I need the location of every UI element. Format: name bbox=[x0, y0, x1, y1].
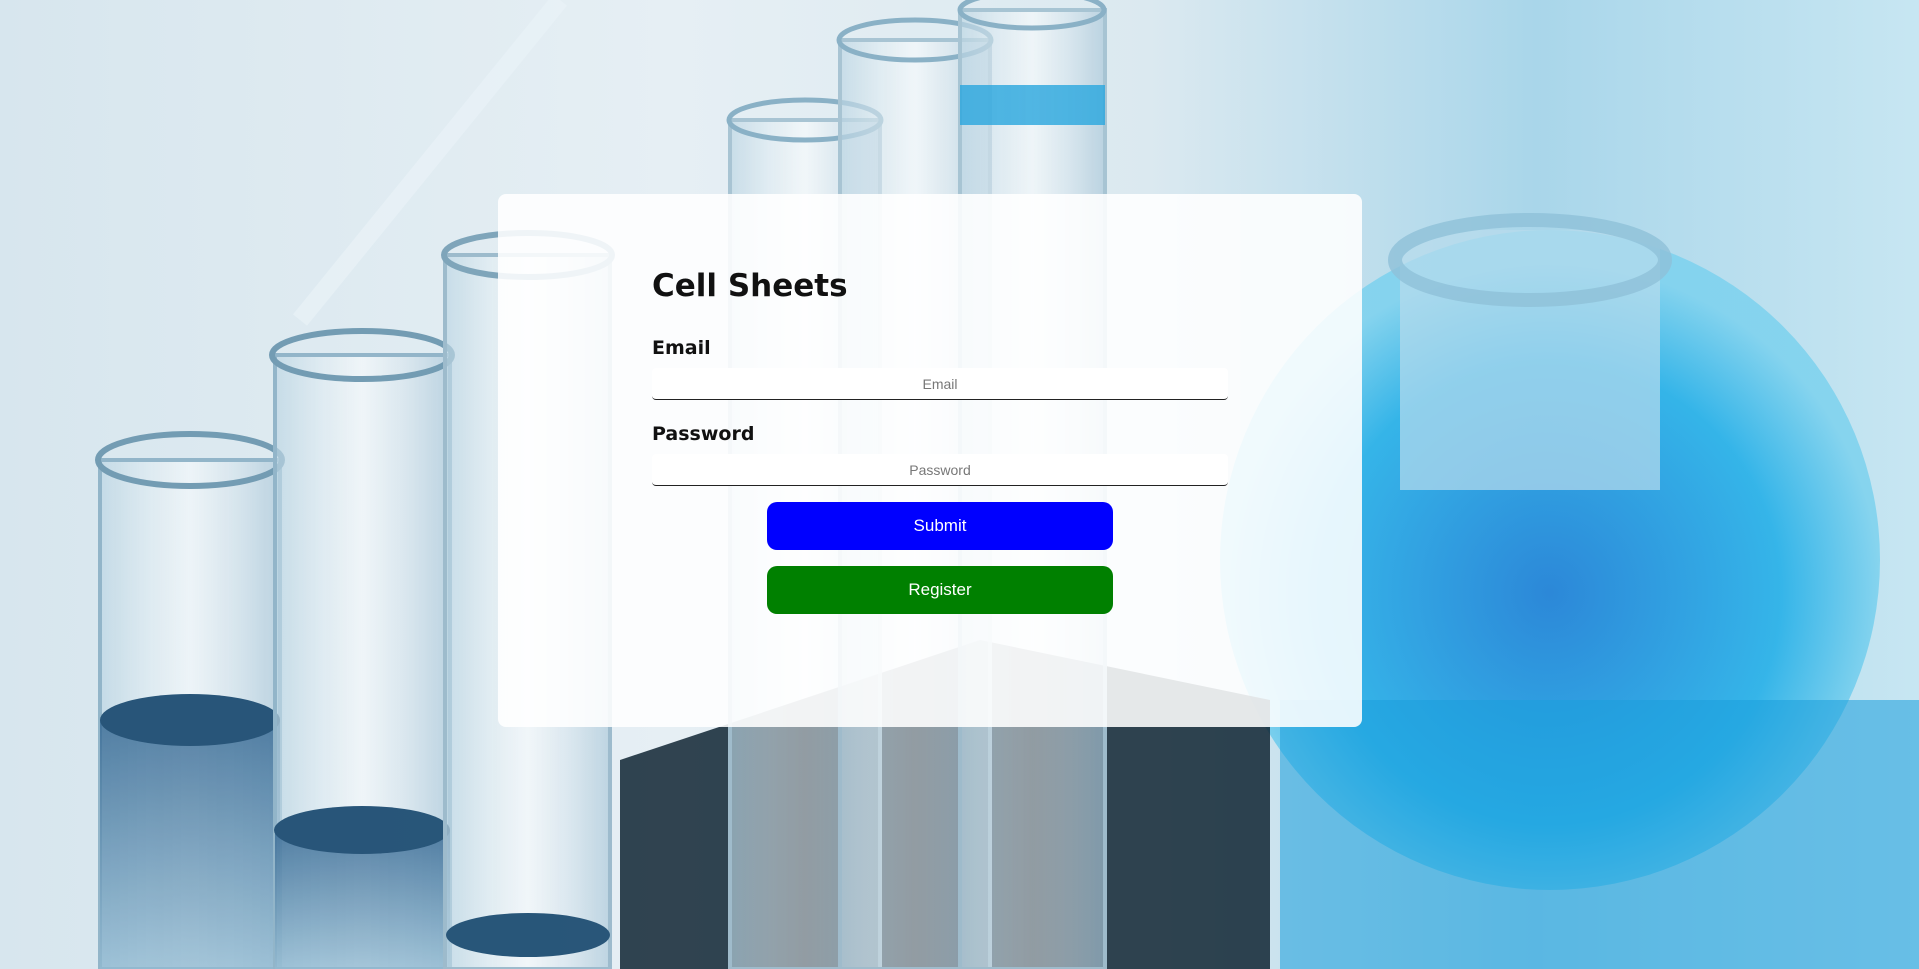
email-field[interactable] bbox=[652, 368, 1228, 400]
login-form: Cell Sheets Email Password Submit Regist… bbox=[652, 266, 1228, 614]
password-label: Password bbox=[652, 423, 755, 445]
submit-button[interactable]: Submit bbox=[767, 502, 1113, 550]
page-title: Cell Sheets bbox=[652, 268, 848, 304]
login-card: Cell Sheets Email Password Submit Regist… bbox=[498, 194, 1362, 727]
email-label: Email bbox=[652, 337, 711, 359]
password-field[interactable] bbox=[652, 454, 1228, 486]
register-button[interactable]: Register bbox=[767, 566, 1113, 614]
